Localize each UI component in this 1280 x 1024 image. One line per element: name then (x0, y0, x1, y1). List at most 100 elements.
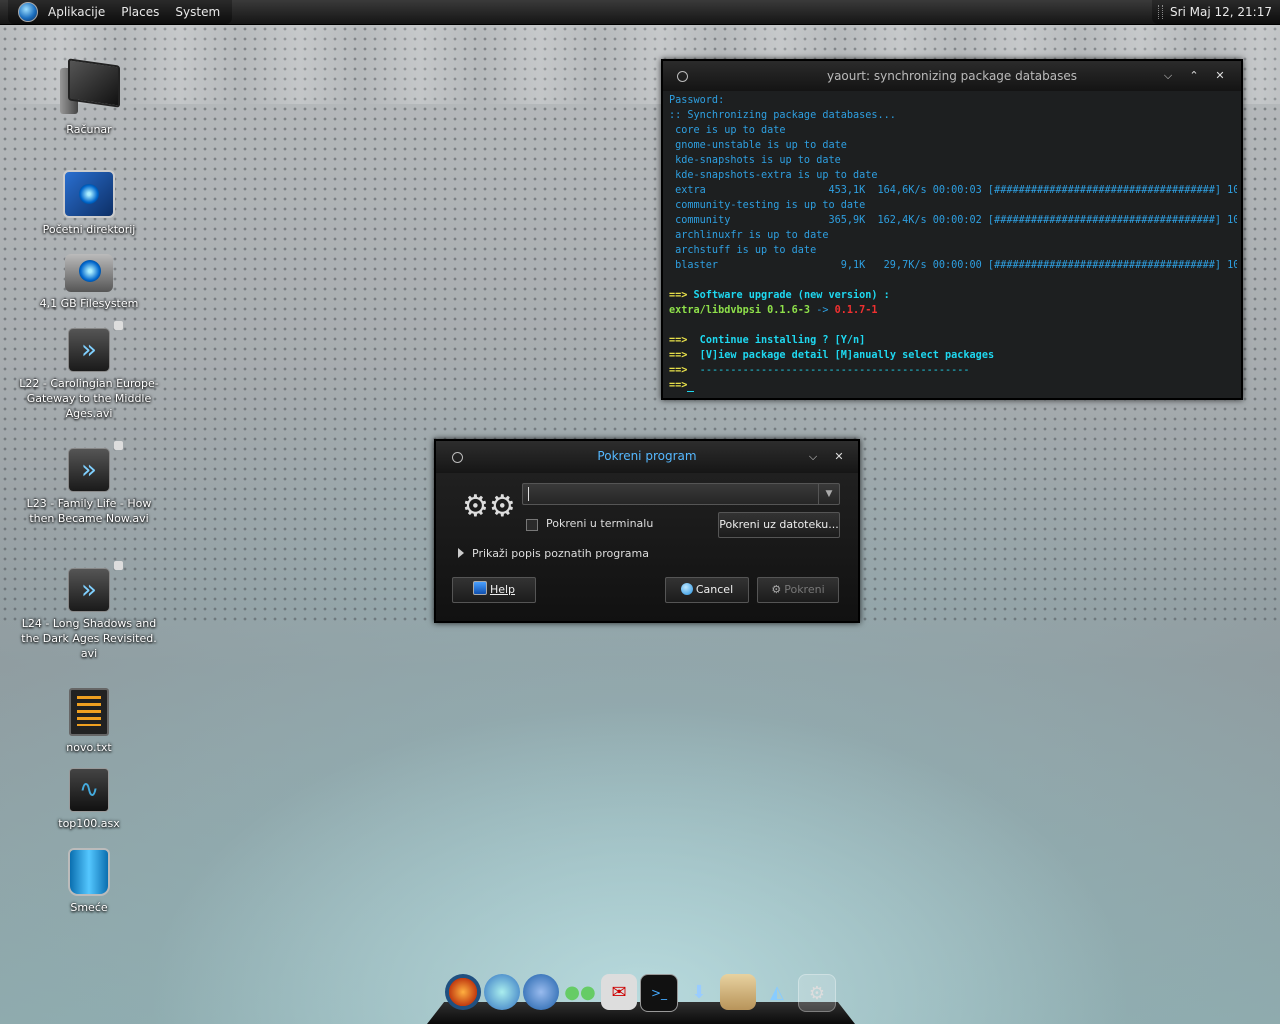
desktop-icon-home[interactable]: Početni direktorij (14, 170, 164, 237)
help-icon (472, 581, 487, 595)
command-input[interactable]: ▼ (522, 483, 840, 505)
desktop-icon-label: L24 - Long Shadows and the Dark Ages Rev… (21, 617, 157, 660)
desktop-icon-filesystem[interactable]: 4,1 GB Filesystem (14, 254, 164, 311)
trash-icon (68, 848, 110, 896)
maximize-icon[interactable]: ⌃ (1187, 69, 1201, 83)
desktop-icon-l22-video[interactable]: L22 - Carolingian Europe- Gateway to the… (14, 321, 164, 421)
desktop-icon-computer[interactable]: Računar (14, 58, 164, 137)
mail-icon[interactable]: ✉ (601, 974, 637, 1010)
chevron-down-icon[interactable]: ⌵ (1161, 69, 1175, 83)
close-icon[interactable]: ✕ (1213, 69, 1227, 83)
cancel-label: Cancel (695, 583, 734, 596)
prompt-arrow: ==> (669, 365, 694, 376)
run-program-dialog: Pokreni program ⌵ ✕ ⚙⚙ ▼ Pokreni u termi… (434, 439, 860, 623)
cancel-button[interactable]: Cancel (665, 577, 749, 603)
clock[interactable]: Sri Maj 12, 21:17 (1170, 5, 1272, 19)
panel-grip-icon[interactable] (1157, 5, 1163, 19)
desktop-icon-label: Početni direktorij (42, 223, 136, 236)
home-folder-icon (63, 170, 115, 218)
contacts-icon[interactable]: ●● (562, 974, 598, 1010)
video-file-icon (68, 441, 123, 492)
terminal-line: :: Synchronizing package databases... (669, 110, 896, 121)
terminal-text: Software upgrade (new version) : (687, 290, 890, 301)
terminal-window: yaourt: synchronizing package databases … (661, 59, 1243, 400)
terminal-line: blaster 9,1K 29,7K/s 00:00:00 [#########… (669, 260, 1237, 271)
computer-icon (56, 58, 122, 118)
desktop-icon-label: novo.txt (66, 741, 112, 754)
software-update-icon[interactable]: ⬇ (681, 974, 717, 1010)
terminal-line: community 365,9K 162,4K/s 00:00:02 [####… (669, 215, 1237, 226)
terminal-line: extra 453,1K 164,6K/s 00:00:03 [########… (669, 185, 1237, 196)
prompt-arrow: ==> (669, 290, 688, 301)
terminal-text: ----------------------------------------… (693, 365, 970, 376)
expander-arrow-icon (458, 548, 464, 558)
help-button[interactable]: Help (452, 577, 536, 603)
desktop-icon-label: Smeće (70, 901, 108, 914)
terminal-output[interactable]: Password::: Synchronizing package databa… (669, 93, 1237, 392)
terminal-line: core is up to date (669, 125, 786, 136)
chevron-down-icon[interactable]: ▼ (818, 484, 839, 504)
terminal-line: kde-snapshots-extra is up to date (669, 170, 878, 181)
run-in-terminal-checkbox[interactable] (526, 519, 538, 531)
network-icon[interactable]: ◭ (759, 974, 795, 1010)
panel-clock-area: Sri Maj 12, 21:17 (1151, 0, 1280, 24)
terminal-line: ==> ------------------------------------… (669, 363, 1237, 378)
documents-icon[interactable] (720, 974, 756, 1010)
prompt-arrow: ==> (669, 350, 694, 361)
panel-menu-bar: Aplikacije Places System (8, 0, 233, 24)
run-with-file-button[interactable]: Pokreni uz datoteku... (718, 512, 840, 538)
firefox-icon[interactable] (445, 974, 481, 1010)
lock-icon (114, 561, 123, 570)
desktop-icon-label: L23 - Family Life - How then Became Now.… (26, 497, 152, 525)
dock-launchers: ●● ✉ >_ ⬇ ◭ ⚙ (445, 974, 836, 1012)
desktop-icon-label: L22 - Carolingian Europe- Gateway to the… (19, 377, 159, 420)
new-version: 0.1.7-1 (834, 305, 878, 316)
settings-icon[interactable]: ⚙ (798, 974, 836, 1012)
close-icon[interactable]: ✕ (832, 450, 846, 464)
web-browser-icon[interactable] (523, 974, 559, 1010)
video-file-icon (68, 561, 123, 612)
terminal-line: ==> (669, 378, 1237, 392)
desktop-icon-l24-video[interactable]: L24 - Long Shadows and the Dark Ages Rev… (14, 561, 164, 661)
lock-icon (114, 321, 123, 330)
prompt-arrow: ==> (669, 380, 688, 391)
menu-system[interactable]: System (175, 5, 220, 19)
chevron-down-icon[interactable]: ⌵ (806, 450, 820, 464)
desktop-icon-top100[interactable]: top100.asx (14, 768, 164, 831)
drive-icon (65, 254, 113, 292)
run-in-terminal-label[interactable]: Pokreni u terminalu (546, 517, 653, 530)
desktop-icon-l23-video[interactable]: L23 - Family Life - How then Became Now.… (14, 441, 164, 526)
text-caret (528, 487, 529, 501)
terminal-line: ==> Continue installing ? [Y/n] (669, 333, 1237, 348)
menu-places[interactable]: Places (121, 5, 159, 19)
expander-label: Prikaži popis poznatih programa (472, 547, 649, 560)
desktop-icon-label: top100.asx (58, 817, 120, 830)
terminal-line: Password: (669, 95, 725, 106)
known-programs-expander[interactable]: Prikaži popis poznatih programa (458, 547, 649, 560)
package-name: extra/libdvbpsi 0.1.6-3 (669, 305, 811, 316)
terminal-titlebar[interactable]: yaourt: synchronizing package databases … (663, 61, 1241, 91)
video-file-icon (68, 321, 123, 372)
distro-logo-icon[interactable] (18, 2, 38, 22)
terminal-icon[interactable]: >_ (640, 974, 678, 1012)
menu-applications[interactable]: Aplikacije (48, 5, 105, 19)
desktop-icon-trash[interactable]: Smeće (14, 848, 164, 915)
window-menu-icon[interactable] (677, 71, 688, 82)
run-button[interactable]: ⚙ Pokreni (757, 577, 839, 603)
help-label: Help (489, 583, 516, 596)
terminal-line: archstuff is up to date (669, 245, 817, 256)
lock-icon (114, 441, 123, 450)
audio-playlist-icon (69, 768, 109, 812)
desktop-icon-novo-txt[interactable]: novo.txt (14, 688, 164, 755)
dialog-titlebar[interactable]: Pokreni program ⌵ ✕ (436, 441, 858, 473)
terminal-line: community-testing is up to date (669, 200, 866, 211)
terminal-cursor (687, 380, 694, 392)
dock: ●● ✉ >_ ⬇ ◭ ⚙ (427, 968, 855, 1024)
pidgin-icon[interactable] (484, 974, 520, 1010)
terminal-line: archlinuxfr is up to date (669, 230, 829, 241)
terminal-line: gnome-unstable is up to date (669, 140, 847, 151)
desktop-icon-label: Računar (66, 123, 112, 136)
terminal-line: ==> [V]iew package detail [M]anually sel… (669, 348, 1237, 363)
terminal-line: ==> Software upgrade (new version) : (669, 288, 1237, 303)
